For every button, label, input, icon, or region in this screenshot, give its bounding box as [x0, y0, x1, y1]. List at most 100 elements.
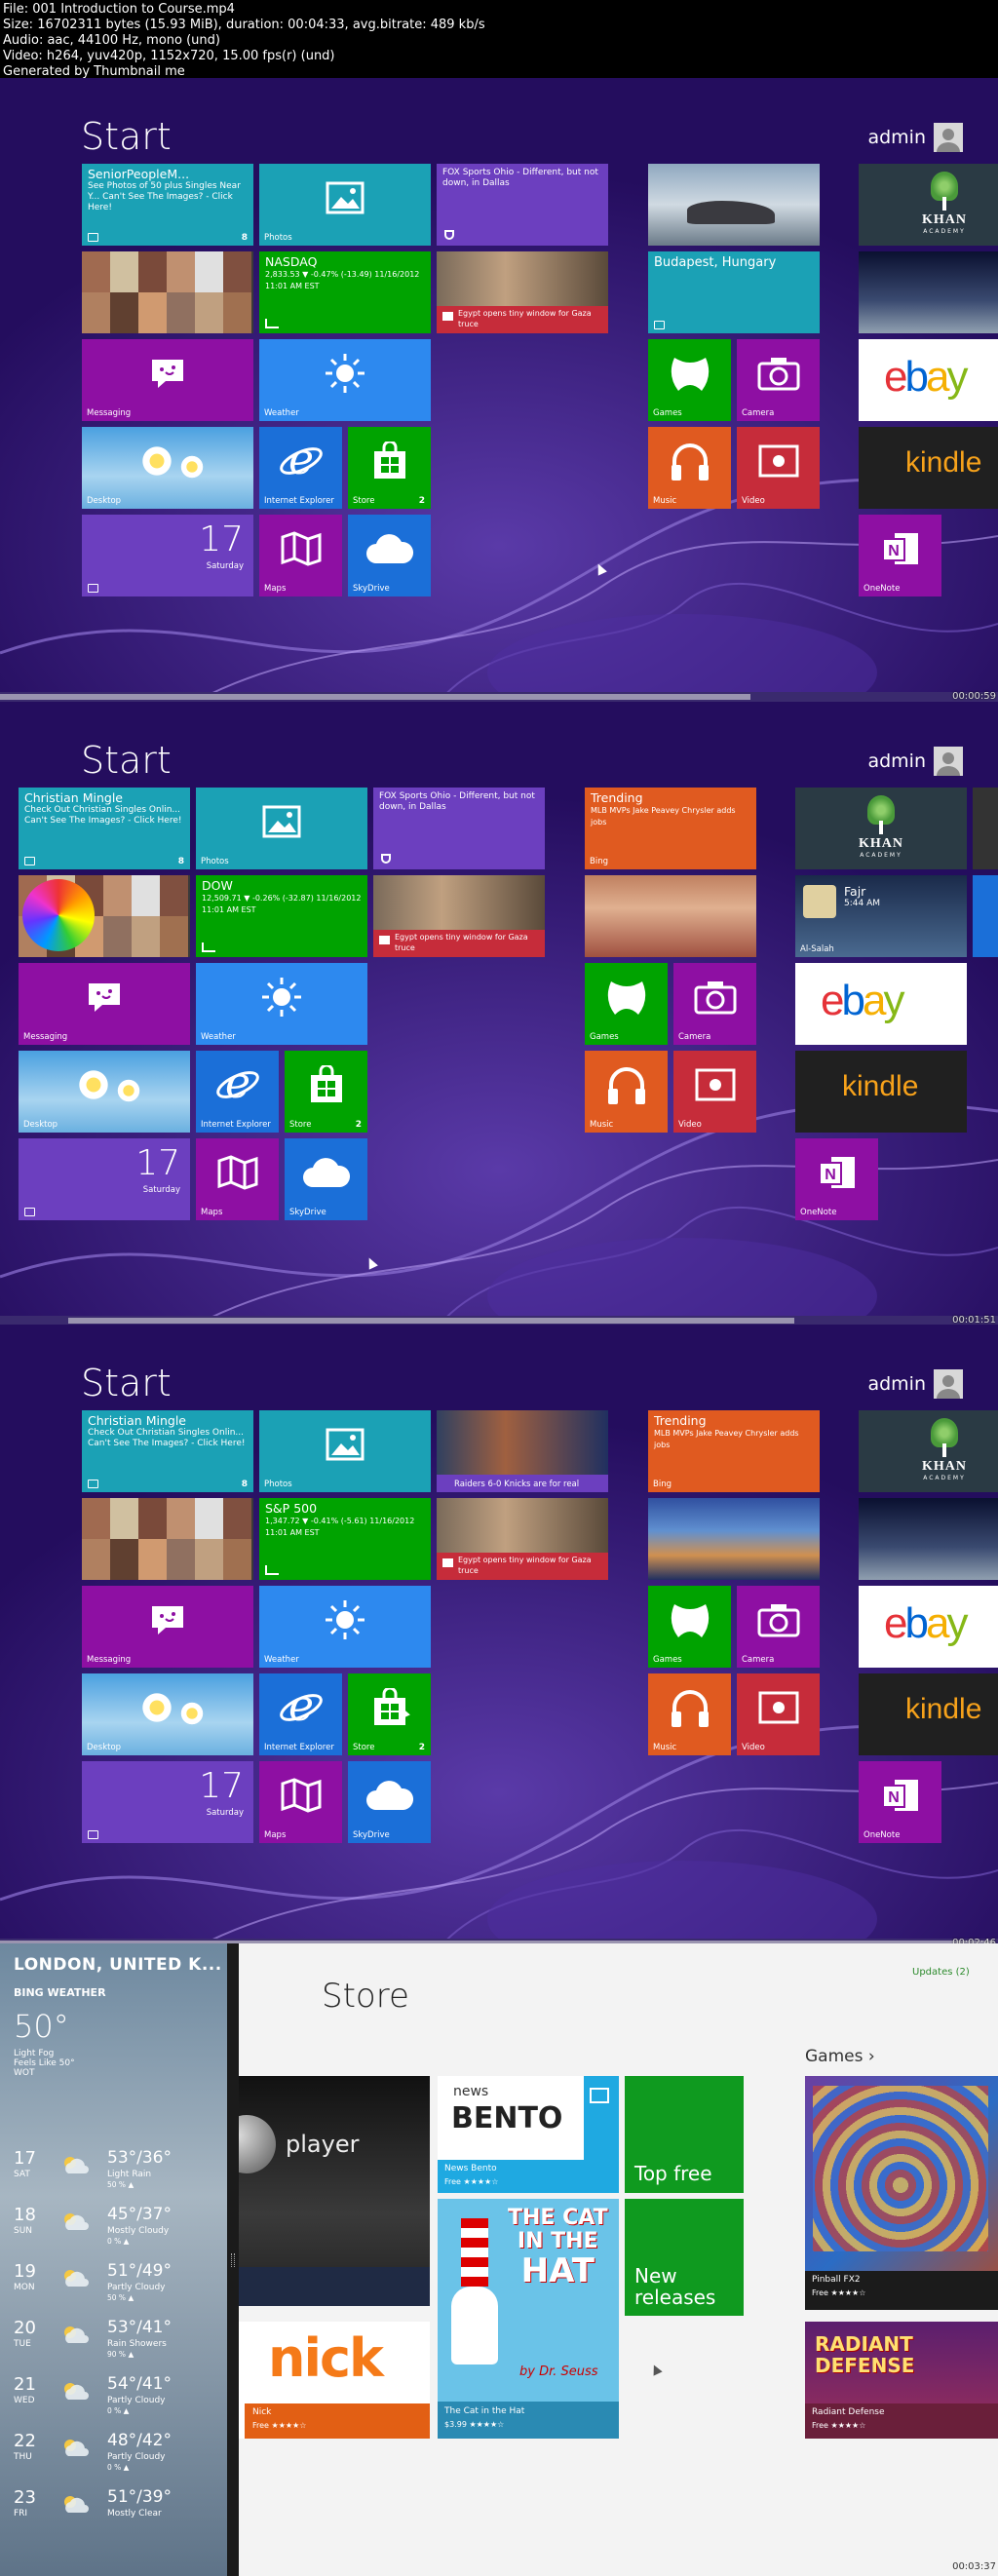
photos-tile[interactable]: Photos	[259, 1410, 431, 1492]
radiant-defense-tile[interactable]: RADIANT DEFENSE Radiant Defense Free ★★★…	[805, 2322, 998, 2439]
forecast-day[interactable]: 21 WED 54°/41° Partly Cloudy 0 % ▲	[14, 2374, 218, 2421]
sky-photo-tile[interactable]	[859, 251, 998, 333]
alsalah-tile[interactable]: Fajr 5:44 AM Al-Salah	[795, 875, 967, 957]
forecast-day[interactable]: 22 THU 48°/42° Partly Cloudy 0 % ▲	[14, 2431, 218, 2478]
desktop-tile[interactable]: Desktop	[82, 427, 253, 509]
onenote-tile[interactable]: N OneNote	[859, 1761, 941, 1843]
finance-tile[interactable]: S&P 500 1,347.72 ▼ -0.41% (-5.61) 11/16/2…	[259, 1498, 431, 1580]
cat-in-hat-tile[interactable]: THE CAT IN THE HAT by Dr. Seuss The Cat …	[438, 2199, 619, 2439]
people-mosaic-tile[interactable]	[19, 875, 190, 957]
news-tile[interactable]: Egypt opens tiny window for Gaza truce	[437, 251, 608, 333]
news-tile[interactable]: Egypt opens tiny window for Gaza truce	[373, 875, 545, 957]
forecast-day[interactable]: 20 TUE 53°/41° Rain Showers 90 % ▲	[14, 2318, 218, 2365]
people-mosaic-tile[interactable]	[82, 251, 253, 333]
user-account[interactable]: admin	[867, 123, 963, 152]
skydrive-tile[interactable]: SkyDrive	[285, 1138, 367, 1220]
scrollbar-thumb[interactable]	[0, 694, 750, 700]
maps-tile[interactable]: Maps	[196, 1138, 279, 1220]
travel-photo-tile[interactable]	[648, 164, 820, 246]
ie-tile[interactable]: e Internet Explorer	[259, 1673, 342, 1755]
messaging-tile[interactable]: Messaging	[82, 339, 253, 421]
skydrive-tile[interactable]: SkyDrive	[348, 1761, 431, 1843]
video-tile[interactable]: Video	[737, 427, 820, 509]
music-tile[interactable]: Music	[648, 1673, 731, 1755]
music-tile[interactable]: Music	[648, 427, 731, 509]
finance-tile[interactable]: DOW 12,509.71 ▼ -0.26% (-32.87) 11/16/201…	[196, 875, 367, 957]
store-tile[interactable]: Store 2	[285, 1051, 367, 1133]
ebay-tile[interactable]: ebay	[859, 1586, 998, 1668]
sports-tile[interactable]: FOX Sports Ohio - Different, but not dow…	[373, 788, 545, 869]
photos-tile[interactable]: Photos	[196, 788, 367, 869]
desktop-tile[interactable]: Desktop	[19, 1051, 190, 1133]
user-account[interactable]: admin	[867, 747, 963, 776]
forecast-day[interactable]: 19 MON 51°/49° Partly Cloudy 50 % ▲	[14, 2261, 218, 2308]
onenote-tile[interactable]: N OneNote	[859, 515, 941, 596]
khan-academy-tile[interactable]: KHAN ACADEMY	[795, 788, 967, 869]
city-photo-tile[interactable]	[585, 875, 756, 957]
calendar-tile[interactable]: 17 Saturday	[19, 1138, 190, 1220]
messaging-tile[interactable]: Messaging	[19, 963, 190, 1045]
maps-tile[interactable]: Maps	[259, 515, 342, 596]
desktop-tile[interactable]: Desktop	[82, 1673, 253, 1755]
bing-tile[interactable]: Trending MLB MVPs Jake Peavey Chrysler ad…	[648, 1410, 820, 1492]
pinball-tile[interactable]: Pinball FX2 Free ★★★★☆	[805, 2076, 998, 2310]
partial-tile[interactable]	[973, 788, 998, 869]
weather-tile[interactable]: Weather	[259, 339, 431, 421]
people-tile[interactable]: SeniorPeopleM... See Photos of 50 plus Si…	[82, 164, 253, 246]
camera-tile[interactable]: Camera	[737, 1586, 820, 1668]
player-app-tile[interactable]: player	[239, 2076, 430, 2306]
people-tile[interactable]: Christian Mingle Check Out Christian Sing…	[19, 788, 190, 869]
forecast-day[interactable]: 18 SUN 45°/37° Mostly Cloudy 0 % ▲	[14, 2205, 218, 2251]
sports-tile[interactable]: FOX Sports Ohio - Different, but not dow…	[437, 164, 608, 246]
sports-tile[interactable]: Raiders 6-0 Knicks are for real	[437, 1410, 608, 1492]
skydrive-tile[interactable]: SkyDrive	[348, 515, 431, 596]
calendar-tile[interactable]: 17 Saturday	[82, 1761, 253, 1843]
maps-tile[interactable]: Maps	[259, 1761, 342, 1843]
drag-handle-icon[interactable]	[231, 2253, 235, 2267]
kindle-tile[interactable]: kindle	[795, 1051, 967, 1133]
games-category-link[interactable]: Games ›	[805, 2047, 875, 2066]
weather-tile[interactable]: Weather	[259, 1586, 431, 1668]
finance-tile[interactable]: NASDAQ 2,833.53 ▼ -0.47% (-13.49) 11/16/2…	[259, 251, 431, 333]
forecast-day[interactable]: 17 SAT 53°/36° Light Rain 50 % ▲	[14, 2148, 218, 2195]
khan-academy-tile[interactable]: KHAN ACADEMY	[859, 1410, 998, 1492]
games-tile[interactable]: Games	[585, 963, 668, 1045]
partial-tile[interactable]	[973, 875, 998, 957]
user-account[interactable]: admin	[867, 1369, 963, 1399]
bing-tile[interactable]: Trending MLB MVPs Jake Peavey Chrysler ad…	[585, 788, 756, 869]
camera-tile[interactable]: Camera	[673, 963, 756, 1045]
news-bento-tile[interactable]: news BENTO News Bento Free ★★★★☆	[438, 2076, 619, 2193]
ie-tile[interactable]: e Internet Explorer	[196, 1051, 279, 1133]
horizontal-scrollbar[interactable]	[0, 692, 998, 702]
ebay-tile[interactable]: ebay	[795, 963, 967, 1045]
games-tile[interactable]: Games	[648, 1586, 731, 1668]
photos-tile[interactable]: Photos	[259, 164, 431, 246]
messaging-tile[interactable]: Messaging	[82, 1586, 253, 1668]
video-tile[interactable]: Video	[673, 1051, 756, 1133]
ie-tile[interactable]: e Internet Explorer	[259, 427, 342, 509]
people-tile[interactable]: Christian Mingle Check Out Christian Sing…	[82, 1410, 253, 1492]
weather-tile[interactable]: Weather	[196, 963, 367, 1045]
games-tile[interactable]: Games	[648, 339, 731, 421]
ebay-tile[interactable]: ebay	[859, 339, 998, 421]
city-photo-tile[interactable]	[648, 1498, 820, 1580]
snap-divider[interactable]	[227, 1943, 239, 2576]
kindle-tile[interactable]: kindle	[859, 1673, 998, 1755]
people-mosaic-tile[interactable]	[82, 1498, 253, 1580]
video-tile[interactable]: Video	[737, 1673, 820, 1755]
new-releases-tile[interactable]: New releases	[625, 2199, 744, 2316]
forecast-day[interactable]: 23 FRI 51°/39° Mostly Clear	[14, 2487, 218, 2534]
scrollbar-thumb[interactable]	[68, 1318, 794, 1324]
store-tile[interactable]: Store 2	[348, 427, 431, 509]
calendar-tile[interactable]: 17 Saturday	[82, 515, 253, 596]
updates-link[interactable]: Updates (2)	[912, 1967, 970, 1978]
music-tile[interactable]: Music	[585, 1051, 668, 1133]
onenote-tile[interactable]: N OneNote	[795, 1138, 878, 1220]
top-free-tile[interactable]: Top free	[625, 2076, 744, 2193]
weather-snapped-panel[interactable]: LONDON, UNITED K... BING WEATHER 50° Lig…	[0, 1943, 227, 2576]
khan-academy-tile[interactable]: KHAN ACADEMY	[859, 164, 998, 246]
camera-tile[interactable]: Camera	[737, 339, 820, 421]
store-tile[interactable]: Store 2	[348, 1673, 431, 1755]
kindle-tile[interactable]: kindle	[859, 427, 998, 509]
sky-photo-tile[interactable]	[859, 1498, 998, 1580]
